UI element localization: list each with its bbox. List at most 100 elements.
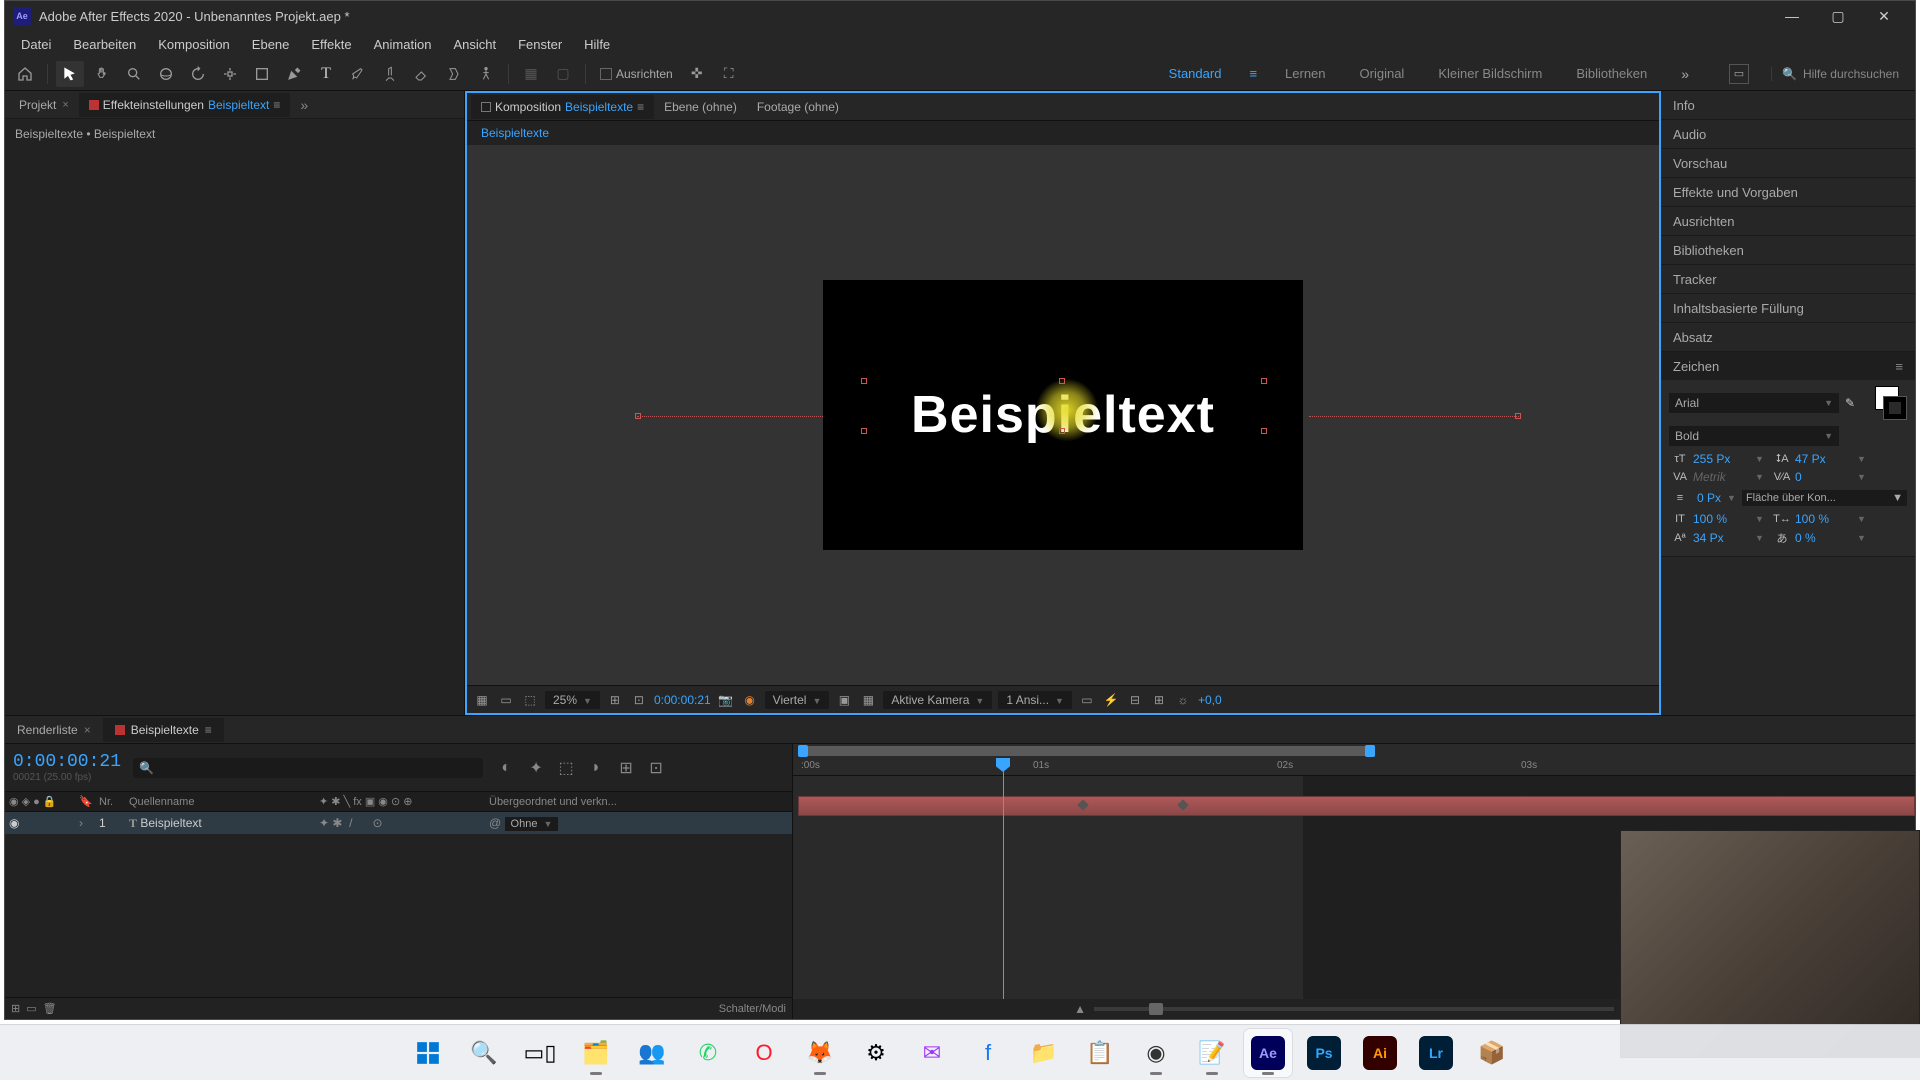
- views-select[interactable]: 1 Ansi...▼: [998, 691, 1072, 709]
- panel-overflow[interactable]: »: [290, 97, 318, 113]
- eraser-tool[interactable]: [408, 61, 436, 87]
- parent-pickwhip[interactable]: @: [489, 816, 501, 830]
- panel-vorschau[interactable]: Vorschau: [1661, 149, 1915, 177]
- tab-effekteinstellungen[interactable]: Effekteinstellungen Beispieltext ≡: [79, 93, 291, 117]
- tab-ebene[interactable]: Ebene (ohne): [654, 95, 747, 119]
- panel-audio[interactable]: Audio: [1661, 120, 1915, 148]
- anchor-tool[interactable]: [216, 61, 244, 87]
- taskbar-whatsapp[interactable]: ✆: [684, 1029, 732, 1077]
- taskbar-facebook[interactable]: f: [964, 1029, 1012, 1077]
- rotate-tool[interactable]: [184, 61, 212, 87]
- minimize-button[interactable]: ―: [1769, 1, 1815, 31]
- layer-row-1[interactable]: ◉ › 1 T Beispieltext ✦ ✱ / ⊙ @ Ohne▼: [5, 812, 792, 834]
- taskbar-teams[interactable]: 👥: [628, 1029, 676, 1077]
- tab-projekt[interactable]: Projekt×: [9, 93, 79, 117]
- task-view[interactable]: ▭▯: [516, 1029, 564, 1077]
- panel-zeichen[interactable]: Zeichen≡: [1661, 352, 1915, 380]
- close-button[interactable]: ✕: [1861, 1, 1907, 31]
- flowchart-button[interactable]: ⊞: [1150, 692, 1168, 708]
- ws-original[interactable]: Original: [1354, 62, 1411, 85]
- mask-toggle[interactable]: ⬚: [521, 692, 539, 708]
- work-area-end[interactable]: [1365, 745, 1375, 757]
- taskbar-search[interactable]: 🔍: [460, 1029, 508, 1077]
- tl-fx-toggle[interactable]: ✦: [525, 757, 547, 779]
- col-parent[interactable]: Übergeordnet und verkn...: [485, 796, 792, 808]
- font-family-select[interactable]: Arial▼: [1669, 393, 1839, 413]
- camera-select[interactable]: Aktive Kamera▼: [883, 691, 992, 709]
- selection-tool[interactable]: [56, 61, 84, 87]
- keyframe[interactable]: [1077, 799, 1088, 810]
- shape-tool[interactable]: [248, 61, 276, 87]
- exposure-value[interactable]: +0,0: [1198, 693, 1222, 707]
- ws-kleiner[interactable]: Kleiner Bildschirm: [1432, 62, 1548, 85]
- font-weight-select[interactable]: Bold▼: [1669, 426, 1839, 446]
- roi-toggle[interactable]: ▣: [835, 692, 853, 708]
- eyedropper-icon[interactable]: ✎: [1845, 396, 1863, 410]
- viewer-timecode[interactable]: 0:00:00:21: [654, 693, 711, 707]
- panel-tracker[interactable]: Tracker: [1661, 265, 1915, 293]
- menu-animation[interactable]: Animation: [364, 34, 442, 55]
- roto-tool[interactable]: [440, 61, 468, 87]
- menu-komposition[interactable]: Komposition: [148, 34, 240, 55]
- grid-toggle[interactable]: ⊞: [606, 692, 624, 708]
- taskbar-notepad[interactable]: 📝: [1188, 1029, 1236, 1077]
- panel-info[interactable]: Info: [1661, 91, 1915, 119]
- tl-graph-editor[interactable]: ⊞: [615, 757, 637, 779]
- alpha-toggle[interactable]: ▦: [473, 692, 491, 708]
- time-ruler[interactable]: :00s 01s 02s 03s: [793, 758, 1915, 776]
- ws-scope-icon[interactable]: ▭: [1729, 64, 1749, 84]
- hscale-value[interactable]: 100 %: [1795, 512, 1855, 526]
- fill-swatch[interactable]: ▦: [517, 61, 545, 87]
- taskbar-firefox[interactable]: 🦊: [796, 1029, 844, 1077]
- exposure-reset[interactable]: ☼: [1174, 692, 1192, 708]
- panel-effekte-vorgaben[interactable]: Effekte und Vorgaben: [1661, 178, 1915, 206]
- panel-absatz[interactable]: Absatz: [1661, 323, 1915, 351]
- start-button[interactable]: [404, 1029, 452, 1077]
- tab-komposition[interactable]: Komposition Beispieltexte ≡: [471, 95, 654, 119]
- mask-mode[interactable]: ⛶: [715, 61, 743, 87]
- stroke-width-value[interactable]: 0 Px: [1697, 491, 1721, 505]
- taskbar-messenger[interactable]: ✉: [908, 1029, 956, 1077]
- taskbar-app3[interactable]: 📦: [1468, 1029, 1516, 1077]
- layer-name[interactable]: Beispieltext: [140, 816, 201, 830]
- keyframe[interactable]: [1177, 799, 1188, 810]
- puppet-tool[interactable]: [472, 61, 500, 87]
- menu-effekte[interactable]: Effekte: [301, 34, 361, 55]
- tab-renderliste[interactable]: Renderliste×: [5, 718, 103, 742]
- taskbar-app2[interactable]: 📋: [1076, 1029, 1124, 1077]
- ws-overflow[interactable]: »: [1675, 66, 1695, 82]
- vscale-value[interactable]: 100 %: [1693, 512, 1753, 526]
- font-size-value[interactable]: 255 Px: [1693, 452, 1753, 466]
- layer-expand[interactable]: ›: [79, 816, 83, 830]
- current-timecode[interactable]: 0:00:00:21: [13, 752, 121, 772]
- col-nr[interactable]: Nr.: [95, 796, 125, 808]
- tl-brainstorm[interactable]: ⊡: [645, 757, 667, 779]
- stroke-mode-select[interactable]: Fläche über Kon...▼: [1742, 490, 1907, 506]
- comp-text-layer[interactable]: Beispieltext: [911, 385, 1215, 445]
- color-swatches[interactable]: [1869, 386, 1907, 420]
- comp-crumb[interactable]: Beispieltexte: [481, 126, 549, 140]
- panel-ausrichten[interactable]: Ausrichten: [1661, 207, 1915, 235]
- work-area-start[interactable]: [798, 745, 808, 757]
- composition-viewport[interactable]: Beispieltext: [467, 145, 1659, 685]
- taskbar-ai[interactable]: Ai: [1356, 1029, 1404, 1077]
- tab-footage[interactable]: Footage (ohne): [747, 95, 849, 119]
- tracking-value[interactable]: 0: [1795, 470, 1855, 484]
- tab-timeline-comp[interactable]: Beispieltexte ≡: [103, 718, 224, 742]
- orbit-tool[interactable]: [152, 61, 180, 87]
- timeline-button[interactable]: ⊟: [1126, 692, 1144, 708]
- taskbar-lr[interactable]: Lr: [1412, 1029, 1460, 1077]
- stroke-color-swatch[interactable]: [1883, 396, 1907, 420]
- tl-toggle-switches[interactable]: ⊞: [11, 1002, 20, 1015]
- zoom-out[interactable]: ▲: [1074, 1002, 1086, 1016]
- menu-ansicht[interactable]: Ansicht: [443, 34, 506, 55]
- menu-ebene[interactable]: Ebene: [242, 34, 300, 55]
- menu-datei[interactable]: Datei: [11, 34, 61, 55]
- tl-shy-toggle[interactable]: ◐: [495, 757, 517, 779]
- zoom-select[interactable]: 25%▼: [545, 691, 600, 709]
- panel-bibliotheken[interactable]: Bibliotheken: [1661, 236, 1915, 264]
- menu-fenster[interactable]: Fenster: [508, 34, 572, 55]
- snapshot-button[interactable]: 📷: [717, 692, 735, 708]
- stroke-swatch[interactable]: ▢: [549, 61, 577, 87]
- text-tool[interactable]: T: [312, 61, 340, 87]
